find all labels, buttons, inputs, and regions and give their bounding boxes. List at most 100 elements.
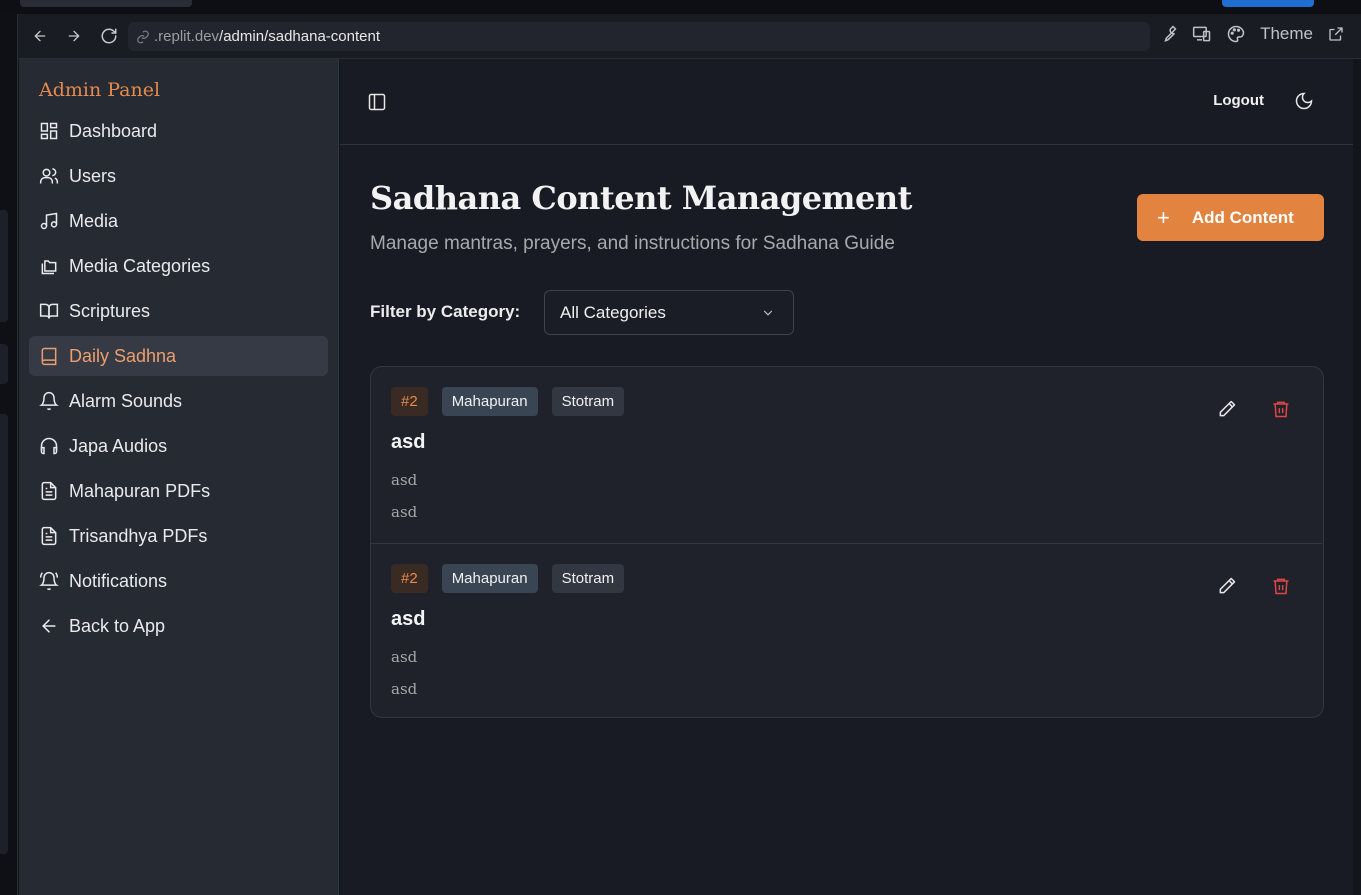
devices-icon[interactable] (1192, 24, 1212, 44)
moon-icon (1295, 92, 1313, 110)
panel-left-icon (368, 93, 386, 111)
category-badge: Mahapuran (441, 564, 538, 593)
sidebar-item-label: Notifications (69, 570, 168, 591)
filter-label: Filter by Category: (370, 302, 521, 321)
logout-button[interactable]: Logout (1213, 92, 1264, 109)
edge-block (0, 414, 8, 854)
browser-tools: Theme (1158, 24, 1345, 44)
sidebar-item-trisandhya-pdfs[interactable]: Trisandhya PDFs (29, 516, 328, 556)
item-tags: #2 Mahapuran Stotram (391, 387, 625, 416)
item-title: asd (391, 608, 426, 630)
content-item: #2 Mahapuran Stotram asd asd asd (371, 367, 1323, 543)
browser-tab[interactable] (20, 0, 192, 7)
headphones-icon (40, 437, 58, 455)
delete-button[interactable] (1271, 399, 1291, 424)
category-badge: Mahapuran (441, 387, 538, 416)
content-list: #2 Mahapuran Stotram asd asd asd #2 Maha… (370, 366, 1324, 718)
book-icon (41, 347, 57, 366)
pencil-icon (1219, 400, 1236, 417)
sidebar-nav: Dashboard Users Media Media Categories S… (29, 111, 328, 651)
wrench-icon[interactable] (1158, 24, 1178, 44)
main-content: Logout Sadhana Content Management Manage… (340, 59, 1353, 895)
sidebar-item-label: Users (69, 165, 117, 186)
sidebar: Admin Panel Dashboard Users Media Media … (19, 59, 339, 895)
sidebar-item-media-categories[interactable]: Media Categories (29, 246, 328, 286)
sidebar-item-japa-audios[interactable]: Japa Audios (29, 426, 328, 466)
trash-icon (1273, 401, 1289, 418)
add-content-label: Add Content (1191, 207, 1294, 227)
sidebar-item-users[interactable]: Users (29, 156, 328, 196)
sidebar-item-back-to-app[interactable]: Back to App (29, 606, 328, 646)
sidebar-item-label: Alarm Sounds (69, 390, 183, 411)
url-path: /admin/sadhana-content (219, 28, 380, 45)
top-strip (0, 0, 1361, 14)
item-title: asd (391, 431, 426, 453)
sidebar-item-label: Mahapuran PDFs (69, 480, 211, 501)
sidebar-item-notifications[interactable]: Notifications (29, 561, 328, 601)
item-translation: asd (391, 503, 418, 521)
sidebar-item-label: Daily Sadhna (69, 345, 177, 366)
file-text-icon (41, 481, 57, 501)
palette-icon[interactable] (1226, 24, 1246, 44)
bell-ring-icon (39, 571, 59, 591)
type-badge: Stotram (551, 387, 625, 416)
page-subtitle: Manage mantras, prayers, and instruction… (370, 233, 895, 254)
sidebar-item-scriptures[interactable]: Scriptures (29, 291, 328, 331)
brand-title: Admin Panel (39, 79, 161, 101)
item-text: asd (391, 471, 418, 489)
order-badge: #2 (391, 564, 428, 593)
theme-toggle-button[interactable] (1294, 91, 1314, 116)
add-content-button[interactable]: + Add Content (1137, 194, 1324, 241)
address-bar: .replit.dev/admin/sadhana-content Theme (18, 14, 1361, 59)
item-translation: asd (391, 680, 418, 698)
browser-frame: .replit.dev/admin/sadhana-content Theme … (0, 0, 1361, 895)
top-action-button[interactable] (1222, 0, 1314, 7)
top-header: Logout (340, 59, 1353, 145)
pencil-icon (1219, 577, 1236, 594)
sidebar-item-mahapuran-pdfs[interactable]: Mahapuran PDFs (29, 471, 328, 511)
reload-button[interactable] (99, 26, 119, 46)
forward-button[interactable] (64, 26, 84, 46)
sidebar-item-label: Back to App (69, 615, 166, 636)
link-icon (137, 30, 149, 43)
page-title: Sadhana Content Management (370, 179, 912, 217)
chevron-down-icon (763, 310, 773, 316)
folders-icon (41, 260, 57, 275)
sidebar-item-label: Scriptures (69, 300, 151, 321)
type-badge: Stotram (551, 564, 625, 593)
sidebar-item-media[interactable]: Media (29, 201, 328, 241)
content-item: #2 Mahapuran Stotram asd asd asd (371, 543, 1323, 717)
edit-button[interactable] (1217, 399, 1237, 424)
sidebar-item-daily-sadhna[interactable]: Daily Sadhna (29, 336, 328, 376)
theme-label[interactable]: Theme (1260, 24, 1313, 44)
order-badge: #2 (391, 387, 428, 416)
dashboard-icon (40, 122, 58, 140)
file-text-icon (41, 526, 57, 546)
url-domain: .replit.dev (154, 28, 220, 45)
music-note-icon (40, 212, 58, 230)
edge-block (0, 344, 8, 384)
sidebar-item-alarm-sounds[interactable]: Alarm Sounds (29, 381, 328, 421)
trash-icon (1273, 578, 1289, 595)
left-window-edge (0, 14, 18, 895)
sidebar-item-label: Media (69, 210, 119, 231)
sidebar-item-label: Trisandhya PDFs (69, 525, 208, 546)
category-filter-value: All Categories (560, 302, 666, 322)
back-button[interactable] (30, 26, 50, 46)
users-icon (39, 168, 59, 184)
item-text: asd (391, 648, 418, 666)
sidebar-toggle-button[interactable] (367, 92, 387, 117)
bell-icon (39, 391, 59, 411)
plus-icon: + (1157, 204, 1170, 230)
arrow-left-icon (42, 619, 56, 633)
delete-button[interactable] (1271, 576, 1291, 601)
category-filter-select[interactable]: All Categories (544, 290, 794, 335)
sidebar-item-label: Japa Audios (69, 435, 168, 456)
edge-block (0, 210, 8, 322)
sidebar-item-dashboard[interactable]: Dashboard (29, 111, 328, 151)
item-tags: #2 Mahapuran Stotram (391, 564, 625, 593)
sidebar-item-label: Media Categories (69, 255, 211, 276)
edit-button[interactable] (1217, 576, 1237, 601)
external-link-icon[interactable] (1327, 25, 1345, 43)
url-field[interactable]: .replit.dev/admin/sadhana-content (128, 22, 1150, 51)
